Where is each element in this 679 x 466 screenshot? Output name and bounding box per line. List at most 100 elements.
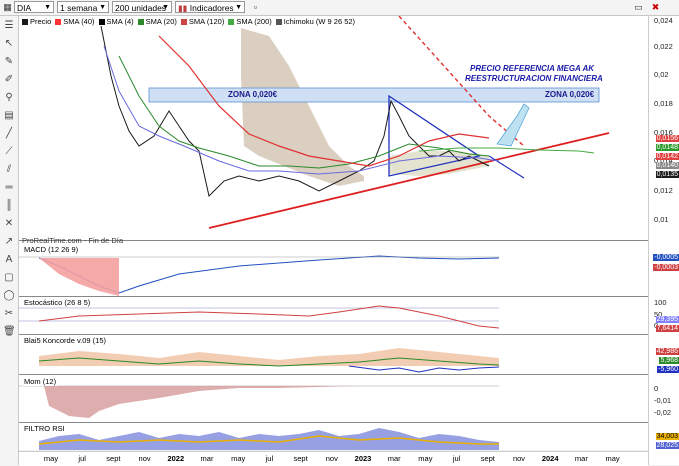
time-tick: may <box>605 454 620 463</box>
chevron-down-icon: ▼ <box>44 4 51 11</box>
price-tick: 0,01 <box>654 215 669 224</box>
price-tag: 0,0135 <box>655 171 679 178</box>
arrow-icon[interactable]: ↗ <box>3 236 15 248</box>
top-toolbar: ▦ DIA ▼ 1 semana ▼ 200 unidades ▼ ▮▮ Indica… <box>0 0 679 16</box>
annot-mega-ak: PRECIO REFERENCIA MEGA AK <box>470 64 595 73</box>
koncorde-tag: 42,986 <box>655 348 679 355</box>
chevron-down-icon: ▼ <box>235 4 242 11</box>
period-select[interactable]: 1 semana ▼ <box>57 1 109 13</box>
mom-axis: -0,02 <box>654 408 672 417</box>
units-select[interactable]: 200 unidades ▼ <box>112 1 172 13</box>
legend-label: SMA (20) <box>145 17 177 26</box>
pencil-icon[interactable]: ✐ <box>3 74 15 86</box>
time-tick: mar <box>574 454 588 463</box>
ellipse-icon[interactable]: ◯ <box>3 290 15 302</box>
price-tag: 0,0140 <box>655 162 679 169</box>
legend-swatch <box>98 19 105 25</box>
line-icon[interactable]: ╱ <box>3 128 15 140</box>
legend-item[interactable]: Ichimoku (W 9 26 52) <box>275 16 356 27</box>
legend-swatch <box>55 19 62 25</box>
koncorde-tag: -5,960 <box>657 366 679 373</box>
trendline-icon[interactable]: ⟋ <box>3 146 15 158</box>
rsi-tag: 28,025 <box>655 442 679 449</box>
panel-macd-title[interactable]: MACD (12 26 9) <box>22 245 81 254</box>
price-tick: 0,02 <box>654 70 669 79</box>
legend-item[interactable]: SMA (4) <box>98 16 134 27</box>
panel-koncorde-title[interactable]: Blai5 Koncorde v.09 (15) <box>22 336 108 345</box>
macd-tag: -0,0005 <box>653 254 679 261</box>
stoch-tag: 29,395 <box>655 316 679 323</box>
legend-item[interactable]: Precio <box>22 16 51 27</box>
channel-icon[interactable]: ⫽ <box>3 164 15 176</box>
indicators-select[interactable]: ▮▮ Indicadores ▼ <box>175 1 245 13</box>
minimize-icon[interactable]: ▭ <box>633 2 644 13</box>
time-tick: nov <box>325 454 338 463</box>
price-tag: 0,0156 <box>655 135 679 142</box>
mom-axis: -0,01 <box>654 396 672 405</box>
legend-swatch <box>228 19 235 25</box>
panel-mom-title[interactable]: Mom (12) <box>22 377 59 386</box>
period-value: 1 semana <box>60 3 98 13</box>
time-tick: 2024 <box>541 454 559 463</box>
zone-label-right: ZONA 0,020€ <box>545 90 595 99</box>
legend-item[interactable]: SMA (120) <box>180 16 225 27</box>
time-tick: sept <box>106 454 121 463</box>
select-icon[interactable]: ☰ <box>3 20 15 32</box>
time-tick: 2022 <box>167 454 185 463</box>
price-tag: 0,0148 <box>655 144 679 151</box>
zoom-icon[interactable]: ⚲ <box>3 92 15 104</box>
brush-icon[interactable]: ✂ <box>3 308 15 320</box>
legend-label: SMA (200) <box>236 17 272 26</box>
main-legend: Precio SMA (40) SMA (4) SMA (20) SMA (120) SM… <box>22 16 359 27</box>
chart-icon: ▮▮ <box>178 3 188 13</box>
legend-label: Ichimoku (W 9 26 52) <box>283 17 356 26</box>
vertical-line-icon[interactable]: ║ <box>3 200 15 212</box>
symbol-value: DIA <box>17 3 32 13</box>
cursor-icon[interactable]: ↖ <box>3 38 15 50</box>
text-icon[interactable]: A <box>3 254 15 266</box>
legend-swatch <box>275 19 282 25</box>
annot-restructuring: REESTRUCTURACION FINANCIERA <box>465 74 603 83</box>
settings-icon[interactable]: ▫ <box>250 2 261 13</box>
legend-label: SMA (120) <box>188 17 225 26</box>
symbol-select[interactable]: DIA ▼ <box>14 1 54 13</box>
time-tick: nov <box>138 454 151 463</box>
time-tick: may <box>43 454 59 463</box>
mom-axis: 0 <box>654 384 659 393</box>
panel-stoch-title[interactable]: Estocástico (26 8 5) <box>22 298 93 307</box>
close-icon[interactable]: ✖ <box>650 2 661 13</box>
legend-swatch <box>22 19 28 25</box>
trash-icon[interactable]: 🗑 <box>3 326 16 338</box>
macd-tag: -0,0003 <box>653 264 679 271</box>
legend-item[interactable]: SMA (20) <box>137 16 177 27</box>
legend-swatch <box>180 19 187 25</box>
time-tick: sept <box>293 454 308 463</box>
time-tick: jul <box>265 454 274 463</box>
time-tick: jul <box>78 454 86 463</box>
time-tick: mar <box>200 454 214 463</box>
gann-icon[interactable]: ✕ <box>3 218 15 230</box>
stoch-line <box>38 305 500 329</box>
stoch-tag: 7,6414 <box>655 325 679 332</box>
panel-rsi-title[interactable]: FILTRO RSI <box>22 424 67 433</box>
ruler-icon[interactable]: ✎ <box>3 56 15 68</box>
separator <box>19 296 648 297</box>
legend-label: SMA (4) <box>106 17 134 26</box>
koncorde-area <box>39 348 499 366</box>
horizontal-line-icon[interactable]: ═ <box>3 182 15 194</box>
time-axis[interactable]: may jul sept nov 2022 mar may jul sept nov 2023 mar… <box>19 451 648 466</box>
price-tick: 0,018 <box>654 99 673 108</box>
fibonacci-icon[interactable]: ▤ <box>3 110 15 122</box>
shape-icon[interactable]: ▢ <box>3 272 15 284</box>
separator <box>19 374 648 375</box>
grid-icon[interactable]: ▦ <box>2 2 13 13</box>
legend-item[interactable]: SMA (40) <box>55 16 95 27</box>
chevron-down-icon: ▼ <box>99 4 106 11</box>
units-value: 200 unidades <box>115 3 167 13</box>
rsi-tag: 34,003 <box>655 433 679 440</box>
koncorde-tag: 5,968 <box>659 357 679 364</box>
legend-item[interactable]: SMA (200) <box>228 16 272 27</box>
time-tick: mar <box>387 454 401 463</box>
price-panel-bg <box>19 16 648 238</box>
price-axis[interactable]: 0,024 0,022 0,02 0,018 0,016 0,014 0,012… <box>648 16 679 465</box>
